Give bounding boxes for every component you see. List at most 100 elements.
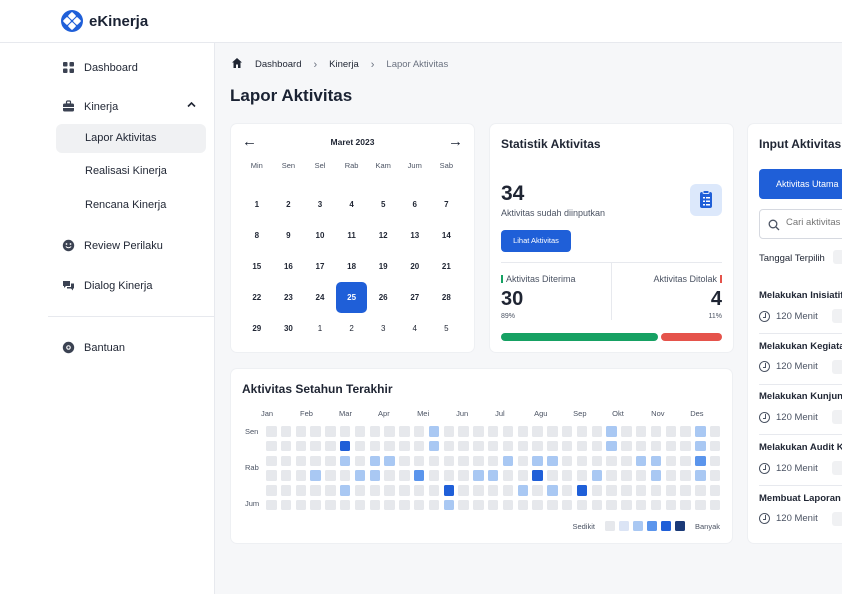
heatmap-cell[interactable] [443,455,455,467]
heatmap-cell[interactable] [517,499,529,511]
heatmap-cell[interactable] [591,440,603,452]
heatmap-cell[interactable] [517,470,529,481]
heatmap-cell[interactable] [428,470,440,481]
calendar-day[interactable]: 17 [304,251,336,282]
calendar-day[interactable]: 12 [367,220,399,251]
calendar-day[interactable]: 15 [241,251,273,282]
heatmap-cell[interactable] [473,470,484,481]
heatmap-cell[interactable] [695,499,706,511]
calendar-day[interactable]: 5 [367,189,399,220]
arrow-right-icon[interactable]: → [448,134,463,150]
heatmap-cell[interactable] [266,499,277,511]
calendar-day[interactable]: 2 [273,189,305,220]
heatmap-cell[interactable] [606,426,617,437]
heatmap-cell[interactable] [339,499,351,511]
heatmap-cell[interactable] [399,455,410,467]
heatmap-cell[interactable] [561,440,573,452]
activity-item[interactable]: Melakukan Inisiatif 120 Menit [759,290,842,323]
heatmap-cell[interactable] [680,470,691,481]
heatmap-cell[interactable] [650,455,662,467]
heatmap-cell[interactable] [591,455,603,467]
heatmap-cell[interactable] [621,499,632,511]
calendar-day[interactable]: 16 [273,251,305,282]
calendar-day[interactable]: 27 [399,282,431,313]
heatmap-cell[interactable] [354,455,366,467]
heatmap-cell[interactable] [621,470,632,481]
heatmap-cell[interactable] [606,499,617,511]
heatmap-cell[interactable] [266,426,277,437]
heatmap-cell[interactable] [339,426,351,437]
heatmap-cell[interactable] [413,426,425,437]
heatmap-cell[interactable] [635,485,647,496]
heatmap-cell[interactable] [458,426,469,437]
heatmap-cell[interactable] [665,470,677,481]
heatmap-cell[interactable] [576,426,588,437]
heatmap-cell[interactable] [695,440,706,452]
heatmap-cell[interactable] [709,499,721,511]
heatmap-cell[interactable] [339,485,351,496]
calendar-day[interactable]: 3 [304,189,336,220]
heatmap-cell[interactable] [280,455,292,467]
heatmap-cell[interactable] [354,485,366,496]
heatmap-cell[interactable] [650,485,662,496]
heatmap-cell[interactable] [399,440,410,452]
heatmap-cell[interactable] [443,485,455,496]
calendar-day[interactable]: 8 [241,220,273,251]
heatmap-cell[interactable] [413,485,425,496]
heatmap-cell[interactable] [547,499,558,511]
heatmap-cell[interactable] [635,426,647,437]
heatmap-cell[interactable] [399,485,410,496]
heatmap-cell[interactable] [665,440,677,452]
heatmap-cell[interactable] [354,440,366,452]
calendar-day[interactable]: 10 [304,220,336,251]
calendar-day[interactable]: 13 [399,220,431,251]
sidebar-item-kinerja[interactable]: Kinerja [62,100,197,113]
sidebar-subitem-rencana-kinerja[interactable]: Rencana Kinerja [56,191,206,220]
heatmap-cell[interactable] [665,485,677,496]
heatmap-cell[interactable] [310,470,321,481]
heatmap-cell[interactable] [354,499,366,511]
heatmap-cell[interactable] [547,426,558,437]
heatmap-cell[interactable] [502,455,514,467]
heatmap-cell[interactable] [310,485,321,496]
heatmap-cell[interactable] [695,470,706,481]
heatmap-cell[interactable] [709,485,721,496]
calendar-day[interactable]: 5 [431,313,463,344]
heatmap-cell[interactable] [487,455,499,467]
heatmap-cell[interactable] [266,485,277,496]
heatmap-cell[interactable] [473,455,484,467]
heatmap-cell[interactable] [428,499,440,511]
calendar-day[interactable]: 24 [304,282,336,313]
heatmap-cell[interactable] [310,426,321,437]
heatmap-cell[interactable] [280,470,292,481]
heatmap-cell[interactable] [547,440,558,452]
heatmap-cell[interactable] [428,455,440,467]
heatmap-cell[interactable] [369,426,381,437]
heatmap-cell[interactable] [295,485,307,496]
heatmap-cell[interactable] [487,426,499,437]
home-icon[interactable] [231,57,243,72]
heatmap-cell[interactable] [339,455,351,467]
sidebar-item-dialog-kinerja[interactable]: Dialog Kinerja [62,279,152,292]
calendar-day[interactable]: 11 [336,220,368,251]
calendar-day[interactable]: 1 [241,189,273,220]
heatmap-cell[interactable] [621,455,632,467]
heatmap-cell[interactable] [413,440,425,452]
search-input[interactable] [786,217,842,228]
heatmap-cell[interactable] [413,499,425,511]
heatmap-cell[interactable] [458,499,469,511]
heatmap-cell[interactable] [665,426,677,437]
heatmap-cell[interactable] [384,440,395,452]
heatmap-cell[interactable] [458,470,469,481]
heatmap-cell[interactable] [547,455,558,467]
heatmap-cell[interactable] [591,485,603,496]
heatmap-cell[interactable] [532,426,543,437]
heatmap-cell[interactable] [709,455,721,467]
heatmap-cell[interactable] [399,470,410,481]
heatmap-cell[interactable] [621,440,632,452]
heatmap-cell[interactable] [650,440,662,452]
heatmap-cell[interactable] [547,485,558,496]
heatmap-cell[interactable] [532,499,543,511]
heatmap-cell[interactable] [266,440,277,452]
heatmap-cell[interactable] [680,440,691,452]
